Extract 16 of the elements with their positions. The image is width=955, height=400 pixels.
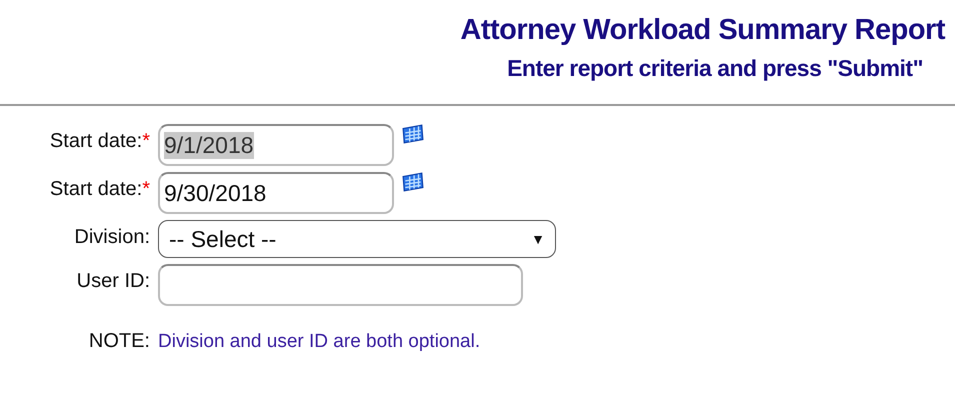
calendar-icon[interactable]: [402, 124, 424, 144]
note-text: Division and user ID are both optional.: [158, 330, 480, 352]
calendar-icon[interactable]: [402, 172, 424, 192]
required-mark: *: [142, 178, 150, 201]
field-label: Division:: [74, 226, 150, 249]
date-field[interactable]: 9/30/2018: [158, 172, 394, 214]
required-mark: *: [142, 130, 150, 153]
field-label: Start date:: [50, 130, 142, 153]
date-field[interactable]: 9/1/2018: [158, 124, 394, 166]
input-field[interactable]: [158, 264, 523, 306]
field-label: User ID:: [76, 270, 150, 293]
report-title: Attorney Workload Summary Report: [460, 14, 945, 47]
note-label: NOTE:: [88, 330, 150, 353]
field-label: Start date:: [50, 178, 142, 201]
division-dropdown[interactable]: -- Select -- ▼: [158, 220, 556, 258]
report-subtitle: Enter report criteria and press "Submit": [507, 55, 923, 82]
